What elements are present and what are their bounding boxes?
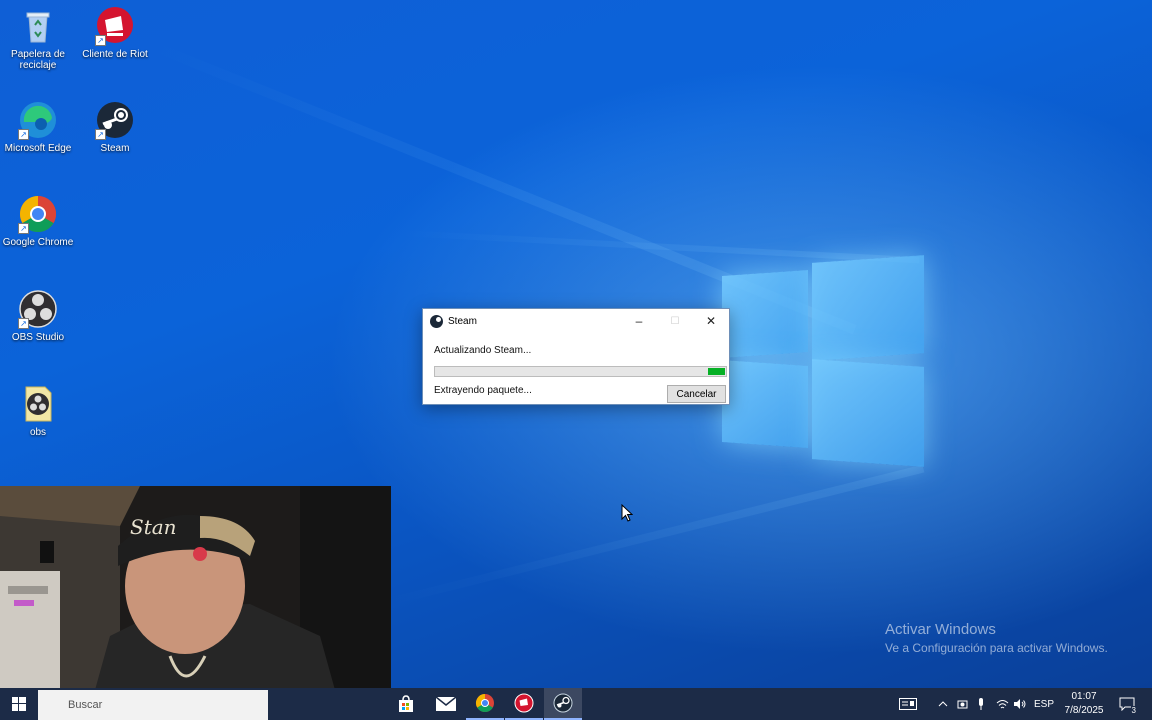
- windows-start-icon: [12, 697, 26, 711]
- taskbar-store[interactable]: [387, 688, 425, 720]
- activate-title: Activar Windows: [885, 621, 996, 638]
- riot-client-icon: ↗: [95, 6, 135, 46]
- taskbar-steam[interactable]: [544, 688, 582, 720]
- windows-logo: [716, 253, 926, 468]
- activate-subtitle: Ve a Configuración para activar Windows.: [885, 641, 1108, 655]
- steam-icon: ↗: [95, 100, 135, 140]
- cancel-button[interactable]: Cancelar: [667, 385, 726, 403]
- desktop-icon-label: obs: [29, 427, 47, 438]
- dialog-titlebar[interactable]: Steam – ☐ ✕: [423, 309, 729, 333]
- news-icon: [899, 698, 917, 710]
- chrome-icon: ↗: [18, 194, 58, 234]
- notification-count-badge: 3: [1130, 706, 1137, 715]
- obs-icon: ↗: [18, 289, 58, 329]
- taskbar-mail[interactable]: [427, 688, 465, 720]
- progress-fill: [708, 368, 725, 375]
- webcam-overlay: Stan: [0, 486, 391, 708]
- desktop-icon-steam[interactable]: ↗ Steam: [77, 100, 153, 154]
- edge-icon: ↗: [18, 100, 58, 140]
- activate-windows-watermark: Activar Windows Ve a Configuración para …: [885, 621, 1108, 655]
- mouse-cursor: [621, 503, 634, 527]
- start-button[interactable]: [0, 688, 38, 720]
- wifi-icon: [996, 699, 1008, 708]
- desktop-icon-label: Cliente de Riot: [82, 49, 148, 60]
- shortcut-arrow-icon: ↗: [95, 35, 106, 46]
- desktop-icon-obs-studio[interactable]: ↗ OBS Studio: [0, 289, 76, 343]
- microphone-icon: [979, 698, 983, 710]
- taskbar: Buscar ESP 3: [0, 688, 1152, 720]
- clock-date: 7/8/2025: [1064, 705, 1104, 716]
- store-icon: [399, 695, 413, 712]
- desktop-icon-chrome[interactable]: ↗ Google Chrome: [0, 194, 76, 248]
- desktop-icon-label: Steam: [100, 143, 130, 154]
- microphone-tray-button[interactable]: [973, 688, 989, 720]
- dialog-title: Steam: [448, 315, 477, 327]
- riot-client-icon: [514, 693, 534, 713]
- taskbar-clock[interactable]: 01:07 7/8/2025: [1058, 690, 1110, 718]
- clock-time: 01:07: [1071, 691, 1097, 702]
- desktop-icon-label: OBS Studio: [11, 332, 65, 343]
- steam-update-dialog: Steam – ☐ ✕ Actualizando Steam... Extray…: [422, 308, 730, 405]
- desktop-icon-recycle-bin[interactable]: Papelera de reciclaje: [0, 6, 76, 71]
- cap-text: Stan: [130, 515, 177, 539]
- shortcut-arrow-icon: ↗: [18, 318, 29, 329]
- notification-center-button[interactable]: 3: [1114, 688, 1140, 720]
- shortcut-arrow-icon: ↗: [95, 129, 106, 140]
- search-placeholder: Buscar: [68, 699, 103, 711]
- desktop-icon-label: Papelera de reciclaje: [11, 49, 65, 71]
- maximize-button: ☐: [670, 315, 680, 327]
- update-progress-bar: [434, 366, 727, 377]
- shortcut-arrow-icon: ↗: [18, 223, 29, 234]
- minimize-button[interactable]: –: [621, 309, 657, 333]
- speaker-icon: [1014, 699, 1026, 709]
- desktop-icon-label: Google Chrome: [2, 237, 74, 248]
- volume-tray-button[interactable]: [1011, 688, 1029, 720]
- webcam-person-image: Stan: [0, 486, 391, 708]
- show-hidden-icons-button[interactable]: [935, 688, 951, 720]
- update-status-text: Actualizando Steam...: [434, 345, 532, 356]
- mail-icon: [436, 697, 456, 711]
- desktop-icon-edge[interactable]: ↗ Microsoft Edge: [0, 100, 76, 154]
- light-beam: [379, 464, 925, 608]
- update-substatus-text: Extrayendo paquete...: [434, 385, 532, 396]
- chevron-up-icon: [938, 701, 948, 707]
- camera-icon: [957, 700, 967, 708]
- camera-tray-button[interactable]: [954, 688, 970, 720]
- steam-icon: [430, 314, 443, 328]
- close-button[interactable]: ✕: [693, 309, 729, 333]
- shortcut-arrow-icon: ↗: [18, 129, 29, 140]
- taskbar-search-box[interactable]: Buscar: [38, 690, 268, 720]
- recycle-bin-icon: [18, 6, 58, 46]
- taskbar-riot-client[interactable]: [505, 688, 543, 720]
- desktop-icon-label: Microsoft Edge: [4, 143, 72, 154]
- language-indicator[interactable]: ESP: [1031, 688, 1057, 720]
- news-widget-button[interactable]: [893, 688, 923, 720]
- desktop-icon-riot-client[interactable]: ↗ Cliente de Riot: [77, 6, 153, 60]
- steam-icon: [553, 693, 573, 713]
- desktop-icon-obs-file[interactable]: obs: [0, 384, 76, 438]
- network-tray-button[interactable]: [993, 688, 1011, 720]
- obs-file-icon: [18, 384, 58, 424]
- taskbar-chrome[interactable]: [466, 688, 504, 720]
- chrome-icon: [475, 694, 494, 713]
